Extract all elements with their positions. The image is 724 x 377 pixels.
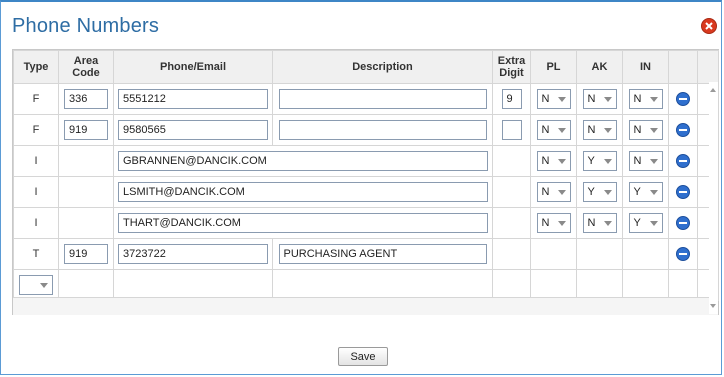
header-type: Type [13,50,59,84]
in-select[interactable]: Y [628,213,663,233]
pl-select[interactable]: N [536,151,571,171]
table-row: I LSMITH@DANCIK.COM N Y Y [13,176,719,208]
type-cell: I [13,207,59,239]
header-pl: PL [530,50,577,84]
chevron-down-icon [649,221,658,226]
header-description: Description [272,50,493,84]
description-input[interactable] [278,89,487,109]
pl-select[interactable]: N [536,182,571,202]
ak-select[interactable]: Y [582,182,617,202]
pl-select[interactable]: N [536,213,571,233]
table-row: I GBRANNEN@DANCIK.COM N Y N [13,145,719,177]
type-cell: I [13,176,59,208]
chevron-down-icon [557,97,566,102]
chevron-down-icon [557,128,566,133]
header-scroll [697,50,719,84]
phone-grid: Type Area Code Phone/Email Description Ex… [12,49,719,315]
delete-row-icon[interactable] [676,154,690,168]
chevron-down-icon [603,159,612,164]
chevron-down-icon [649,190,658,195]
header-area-code: Area Code [58,50,114,84]
in-select[interactable]: Y [628,182,663,202]
delete-row-icon[interactable] [676,185,690,199]
in-select[interactable]: N [628,89,663,109]
pl-select[interactable]: N [536,120,571,140]
phone-input[interactable]: 9580565 [118,120,268,140]
chevron-down-icon [557,221,566,226]
type-cell: F [13,114,59,146]
email-input[interactable]: LSMITH@DANCIK.COM [118,182,488,202]
type-cell: T [13,238,59,270]
table-row: F 336 5551212 9 N N N [13,83,719,115]
chevron-down-icon [557,159,566,164]
table-row: T 919 3723722 PURCHASING AGENT [13,238,719,270]
dialog-title: Phone Numbers [12,15,160,37]
phone-input[interactable]: 5551212 [118,89,268,109]
delete-row-icon[interactable] [676,92,690,106]
extra-digit-input[interactable]: 9 [501,89,522,109]
chevron-down-icon [649,97,658,102]
area-code-input[interactable]: 919 [64,244,108,264]
extra-digit-input[interactable] [501,120,522,140]
chevron-down-icon [649,128,658,133]
email-input[interactable]: GBRANNEN@DANCIK.COM [118,151,488,171]
type-cell: I [13,145,59,177]
header-ak: AK [576,50,623,84]
chevron-down-icon [557,190,566,195]
description-input[interactable] [278,120,487,140]
header-extra-digit: Extra Digit [492,50,531,84]
table-row: F 919 9580565 N N N [13,114,719,146]
type-cell: F [13,83,59,115]
table-row: I THART@DANCIK.COM N N Y [13,207,719,239]
chevron-down-icon [603,190,612,195]
scroll-up-icon[interactable] [710,88,716,92]
in-select[interactable]: N [628,151,663,171]
in-select[interactable]: N [628,120,663,140]
phone-numbers-dialog: Phone Numbers Type Area Code Phone/Email … [0,0,722,375]
header-delete [668,50,698,84]
ak-select[interactable]: N [582,89,617,109]
delete-row-icon[interactable] [676,123,690,137]
chevron-down-icon [603,97,612,102]
delete-row-icon[interactable] [676,247,690,261]
chevron-down-icon [649,159,658,164]
ak-select[interactable]: N [582,120,617,140]
new-table-row [13,269,719,301]
chevron-down-icon [603,128,612,133]
scroll-down-icon[interactable] [710,304,716,308]
header-phone-email: Phone/Email [113,50,273,84]
chevron-down-icon [40,283,48,288]
description-input[interactable]: PURCHASING AGENT [278,244,487,264]
type-select[interactable] [19,275,53,295]
email-input[interactable]: THART@DANCIK.COM [118,213,488,233]
phone-table: Type Area Code Phone/Email Description Ex… [13,50,719,301]
chevron-down-icon [603,221,612,226]
vertical-scrollbar[interactable] [709,82,718,314]
ak-select[interactable]: Y [582,151,617,171]
delete-row-icon[interactable] [676,216,690,230]
pl-select[interactable]: N [536,89,571,109]
close-icon[interactable] [701,18,717,34]
area-code-input[interactable]: 919 [64,120,108,140]
save-button[interactable]: Save [338,347,388,366]
phone-input[interactable]: 3723722 [118,244,268,264]
header-in: IN [622,50,669,84]
ak-select[interactable]: N [582,213,617,233]
grid-footer [13,297,718,315]
area-code-input[interactable]: 336 [64,89,108,109]
